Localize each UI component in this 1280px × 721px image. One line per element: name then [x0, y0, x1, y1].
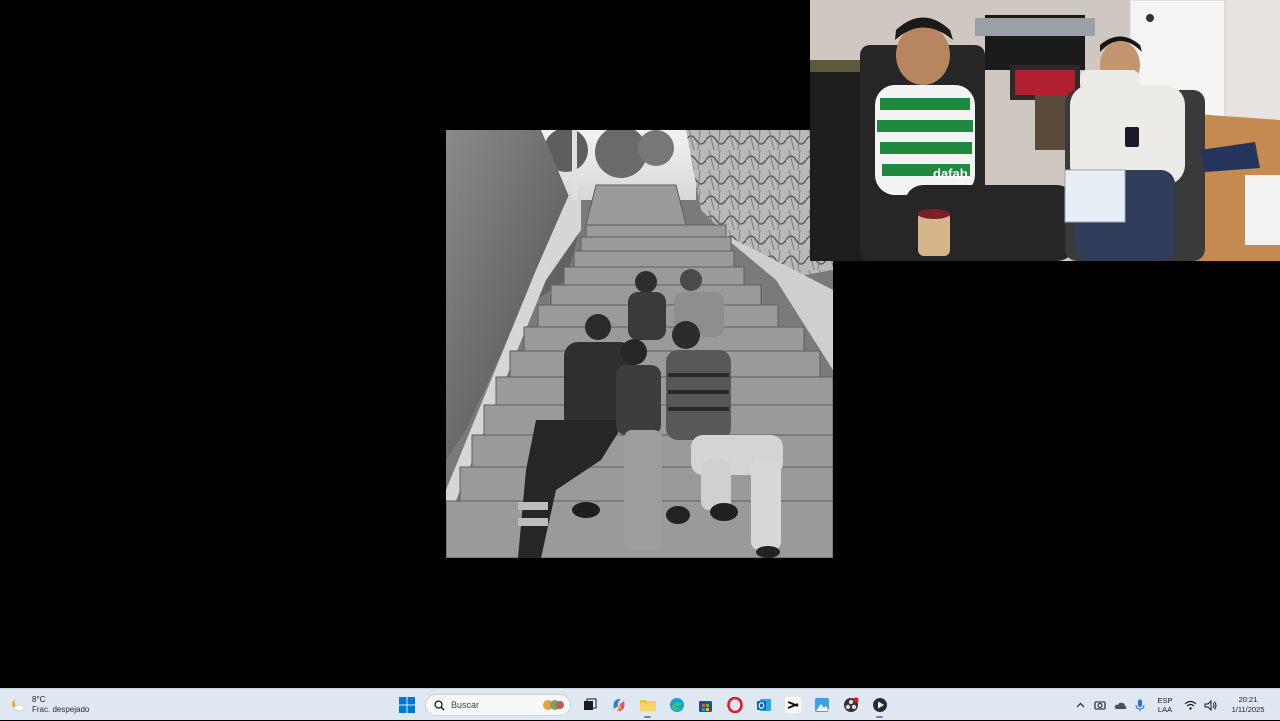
outlook-icon: [756, 699, 771, 711]
obs-button[interactable]: [836, 691, 865, 719]
obs-icon: [843, 697, 858, 712]
webcam-overlay: dafab: [810, 0, 1280, 261]
language-indicator[interactable]: ESP LAA: [1150, 696, 1180, 714]
weather-condition: Frac. despejado: [32, 705, 90, 714]
media-player-button[interactable]: [865, 691, 894, 719]
photos-button[interactable]: [807, 691, 836, 719]
store-icon: [699, 700, 712, 712]
show-hidden-icons-button[interactable]: [1070, 691, 1090, 719]
stairs-photo: [446, 130, 833, 558]
speaker-icon: [1204, 699, 1216, 711]
svg-text:dafab: dafab: [933, 166, 968, 181]
windows-logo-icon: [398, 697, 415, 713]
search-box[interactable]: [425, 694, 571, 716]
taskbar: 8°C Frac. despejado Buscar ESP LAA 20:21…: [0, 688, 1280, 720]
opera-icon: [726, 697, 743, 713]
copilot-icon: [613, 699, 624, 711]
cloud-icon: [1114, 702, 1126, 709]
taskbar-apps: [392, 691, 894, 719]
moon-cloud-icon: [12, 698, 25, 712]
outlook-button[interactable]: [749, 691, 778, 719]
weather-widget[interactable]: 8°C Frac. despejado: [10, 693, 120, 717]
desktop: dafab: [0, 0, 1280, 688]
folder-icon: [639, 700, 656, 711]
search-highlight-icon: [543, 700, 564, 710]
keyboard-layout: LAA: [1157, 705, 1173, 714]
store-button[interactable]: [691, 691, 720, 719]
sync-icon: [1094, 701, 1106, 710]
weather-temperature: 8°C: [32, 695, 46, 704]
wifi-icon: [1184, 700, 1196, 710]
microphone-button[interactable]: [1130, 691, 1150, 719]
capcut-button[interactable]: [778, 691, 807, 719]
photos-icon: [814, 698, 829, 712]
task-view-button[interactable]: [575, 691, 604, 719]
network-button[interactable]: [1180, 691, 1200, 719]
language-code: ESP: [1157, 696, 1173, 705]
opera-button[interactable]: [720, 691, 749, 719]
start-button[interactable]: [392, 691, 421, 719]
search-input[interactable]: [451, 700, 531, 710]
tray-app-button[interactable]: [1090, 691, 1110, 719]
clock-date: 1/11/2025: [1231, 705, 1265, 714]
clock[interactable]: 20:21 1/11/2025: [1220, 695, 1276, 715]
edge-button[interactable]: [662, 691, 691, 719]
copilot-button[interactable]: [604, 691, 633, 719]
clock-time: 20:21: [1238, 695, 1258, 704]
onedrive-button[interactable]: [1110, 691, 1130, 719]
file-explorer-button[interactable]: [633, 691, 662, 719]
edge-icon: [669, 698, 684, 712]
capcut-icon: [784, 697, 801, 713]
system-tray: ESP LAA 20:21 1/11/2025: [1070, 689, 1280, 721]
media-player-icon: [872, 698, 887, 712]
microphone-icon: [1135, 699, 1145, 711]
volume-button[interactable]: [1200, 691, 1220, 719]
chevron-up-icon: [1076, 702, 1084, 708]
search-icon: [434, 699, 445, 711]
task-view-icon: [583, 698, 596, 710]
